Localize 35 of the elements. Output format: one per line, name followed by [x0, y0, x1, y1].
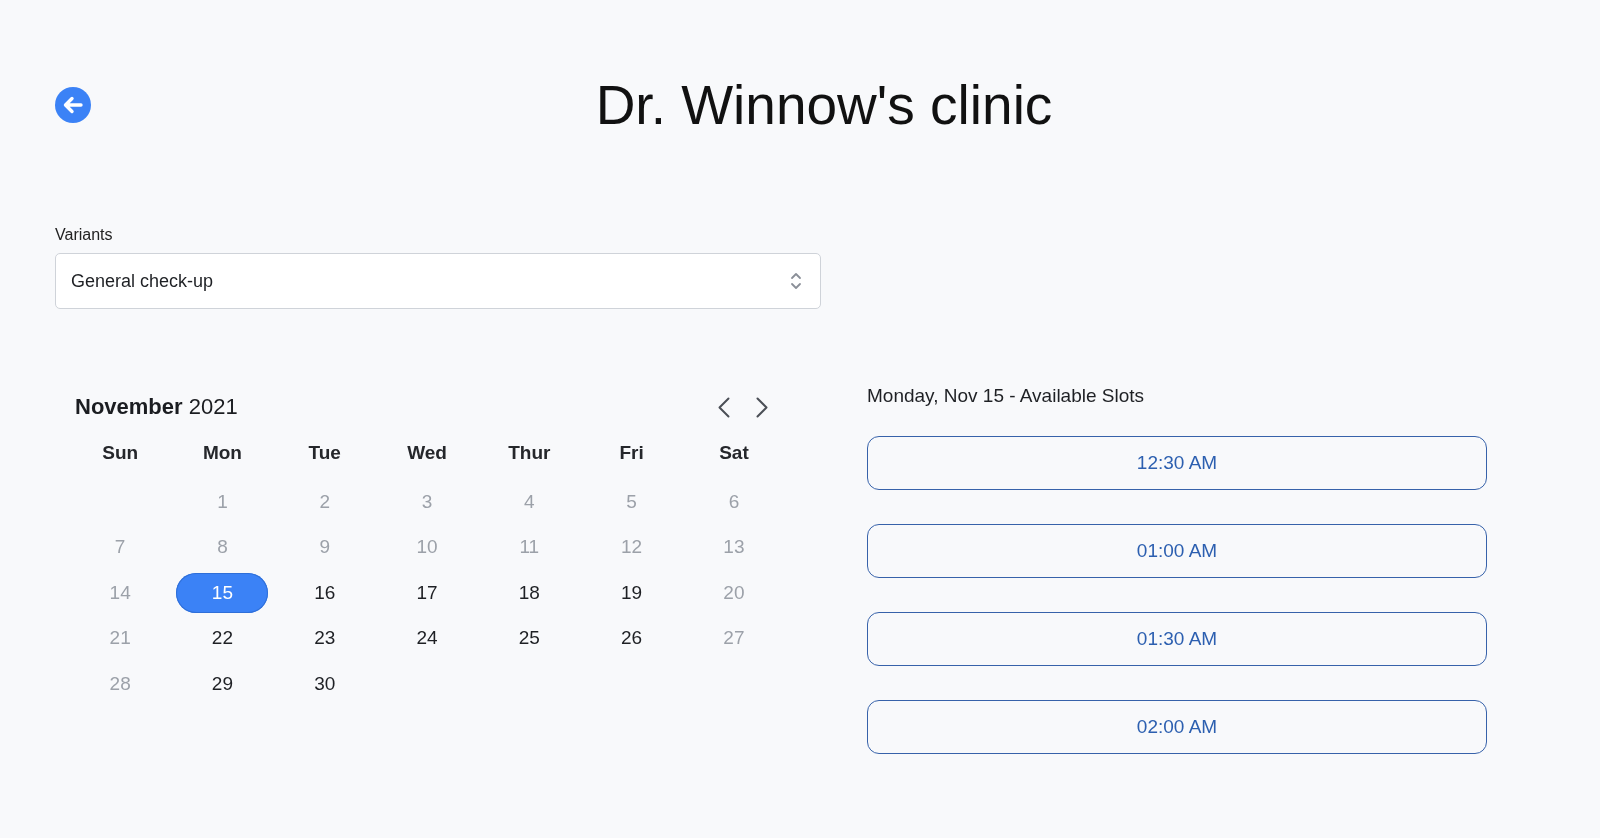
chevron-right-icon [756, 396, 768, 418]
weekday-label: Fri [619, 442, 644, 464]
month-year-heading: November 2021 [75, 393, 238, 421]
calendar-day[interactable]: 16 [278, 572, 371, 613]
select-value: General check-up [71, 270, 214, 292]
calendar-day[interactable]: 18 [483, 572, 576, 613]
back-button[interactable] [55, 87, 91, 123]
time-slot-button[interactable]: 01:30 AM [867, 612, 1487, 666]
calendar-day[interactable]: 19 [585, 572, 678, 613]
weekday-label: Thur [508, 442, 551, 464]
weekday-label: Mon [202, 442, 242, 464]
time-slot-button[interactable]: 01:00 AM [867, 524, 1487, 578]
calendar-day[interactable]: 15 [176, 572, 269, 613]
calendar-day[interactable]: 26 [585, 618, 678, 659]
page-title: Dr. Winnow's clinic [595, 74, 1053, 136]
time-slot-button[interactable]: 12:30 AM [867, 436, 1487, 490]
weekday-label: Sat [719, 442, 749, 464]
time-slot-button[interactable]: 02:00 AM [867, 700, 1487, 754]
next-month-button[interactable] [756, 396, 768, 418]
variants-select[interactable]: General check-up [55, 253, 821, 309]
weekday-label: Tue [308, 442, 341, 464]
weekday-label: Wed [407, 442, 447, 464]
calendar-day[interactable]: 22 [176, 618, 269, 659]
calendar-day[interactable]: 30 [278, 663, 371, 704]
previous-month-button[interactable] [718, 396, 730, 418]
calendar-day[interactable]: 29 [176, 663, 269, 704]
slots-heading: Monday, Nov 15 - Available Slots [867, 384, 1145, 408]
calendar-day[interactable]: 17 [381, 572, 474, 613]
chevron-left-icon [718, 396, 730, 418]
calendar-day[interactable]: 24 [381, 618, 474, 659]
calendar-day[interactable]: 23 [278, 618, 371, 659]
calendar-day[interactable]: 25 [483, 618, 576, 659]
variants-label: Variants [55, 225, 113, 245]
up-down-chevron-icon [790, 271, 802, 291]
weekday-label: Sun [102, 442, 139, 464]
